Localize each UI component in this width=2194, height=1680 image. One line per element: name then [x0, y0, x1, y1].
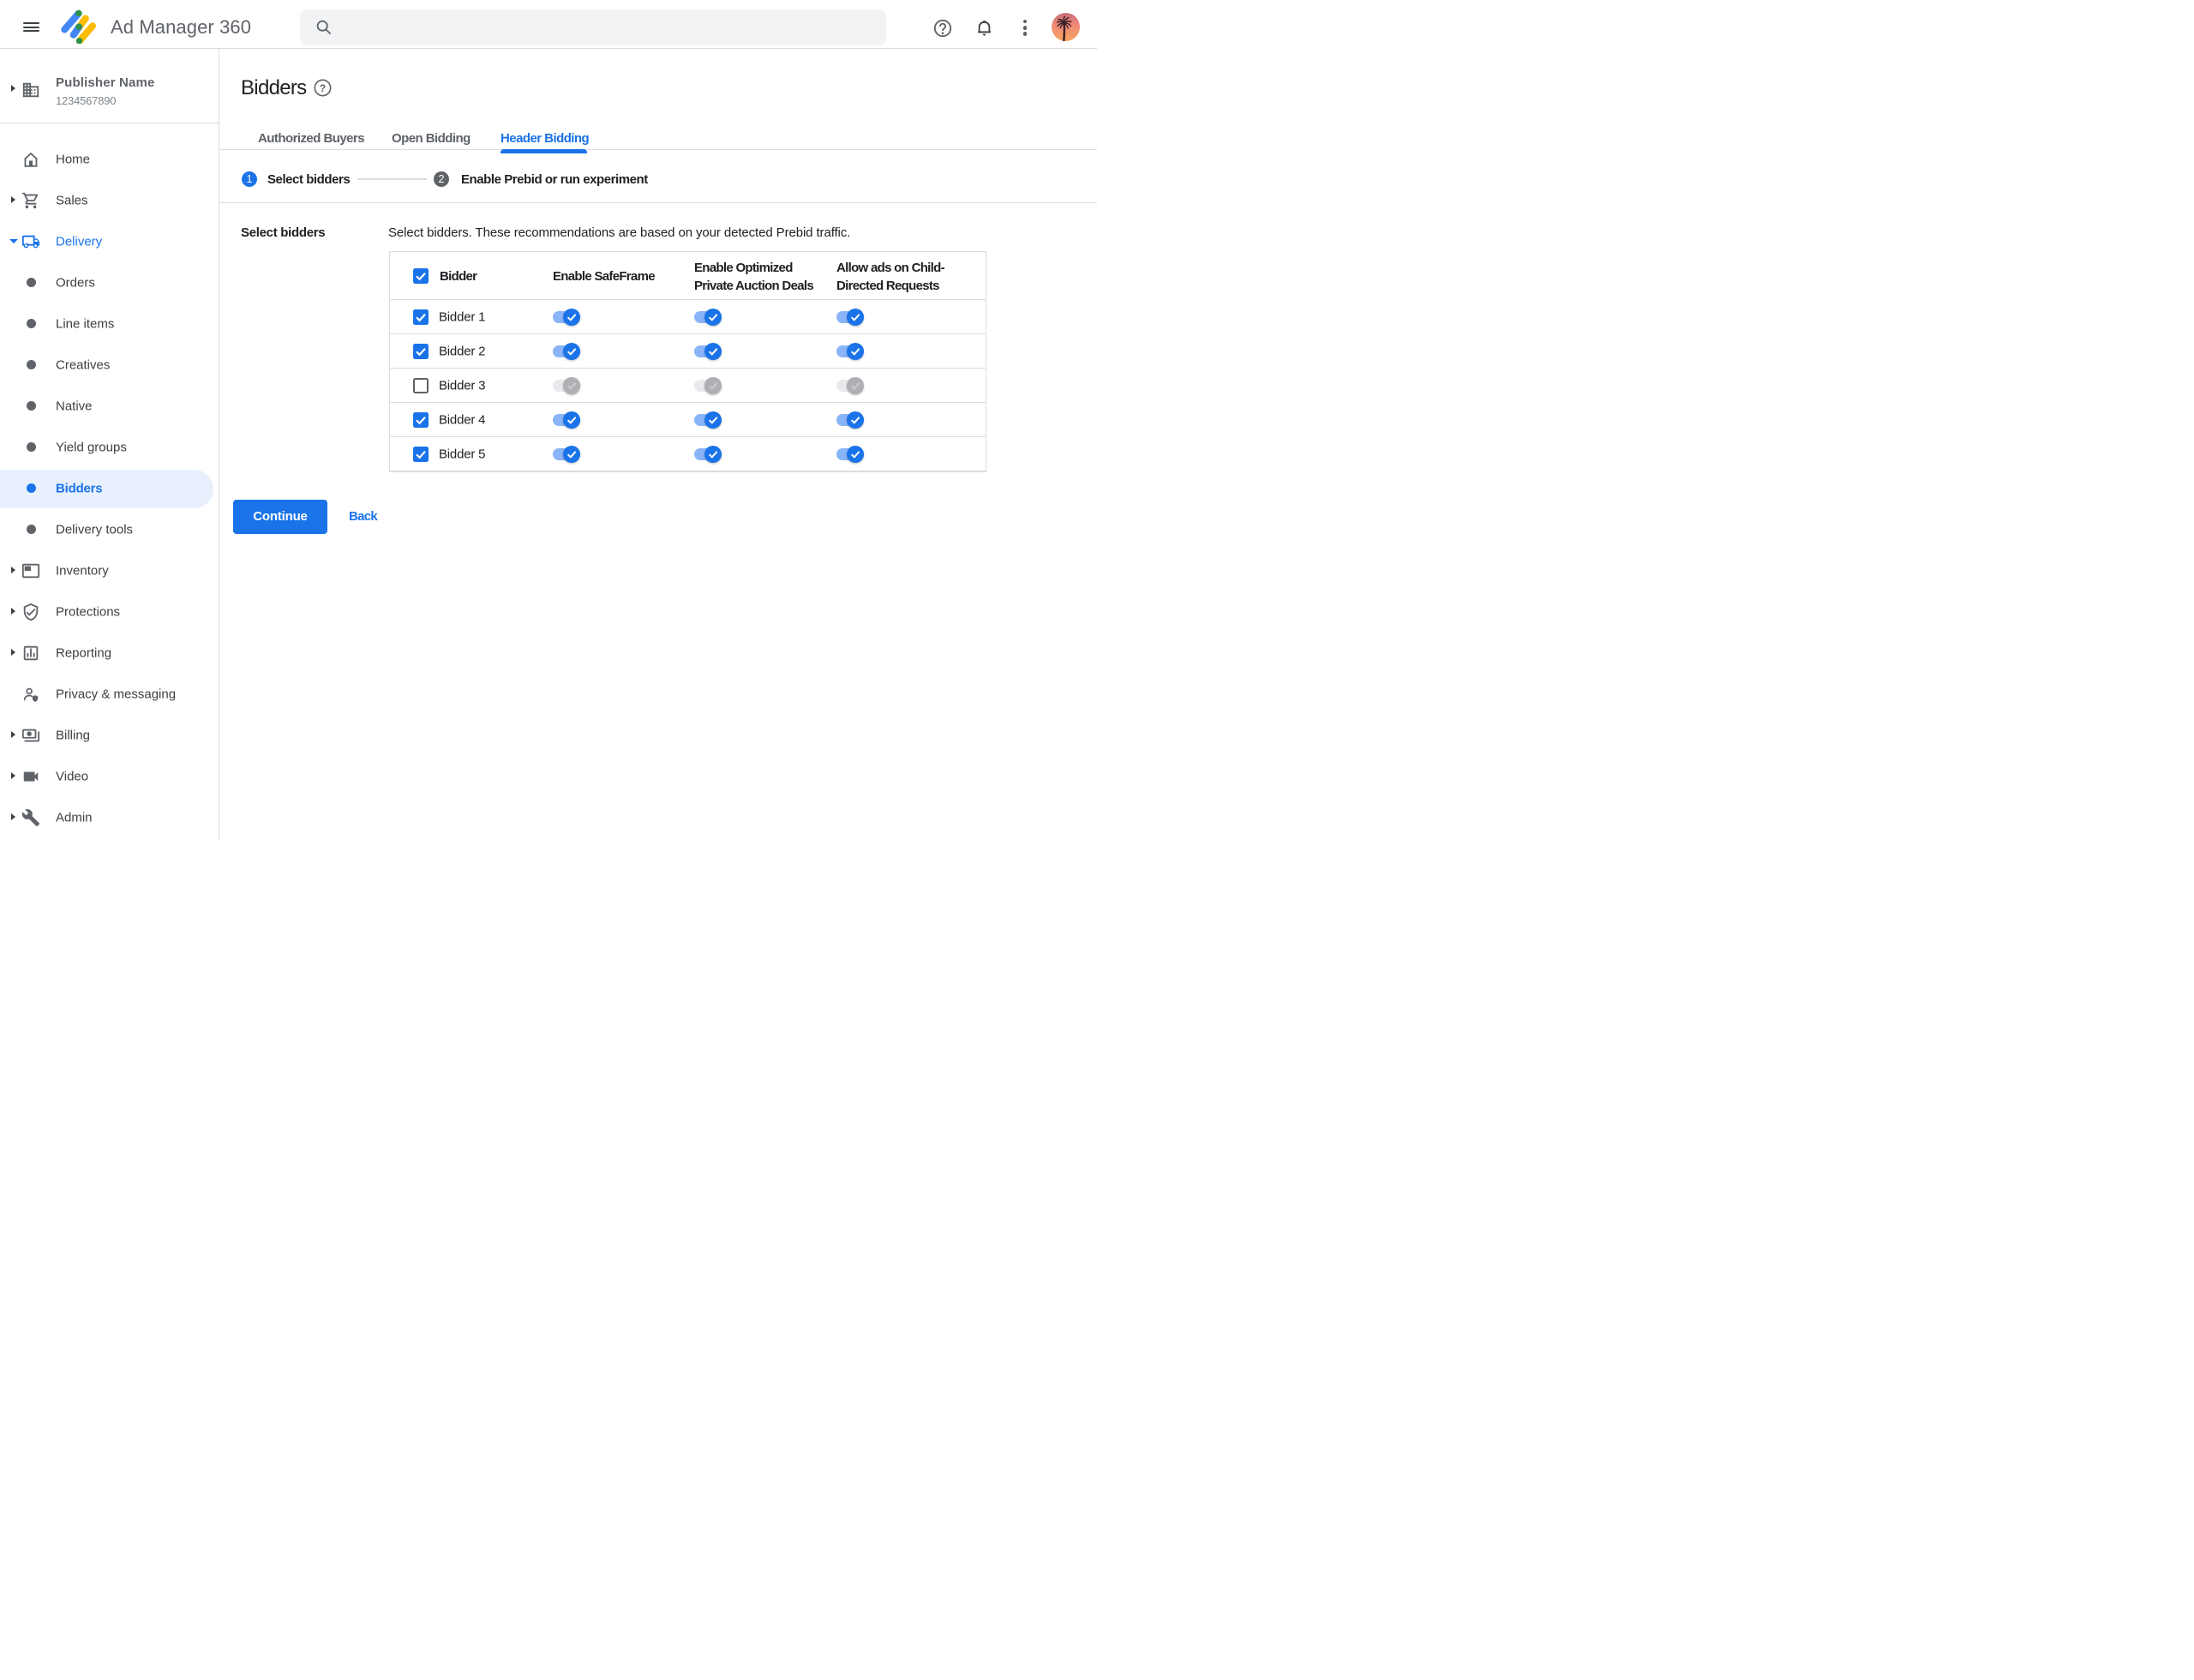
svg-text:?: ?: [320, 82, 326, 94]
